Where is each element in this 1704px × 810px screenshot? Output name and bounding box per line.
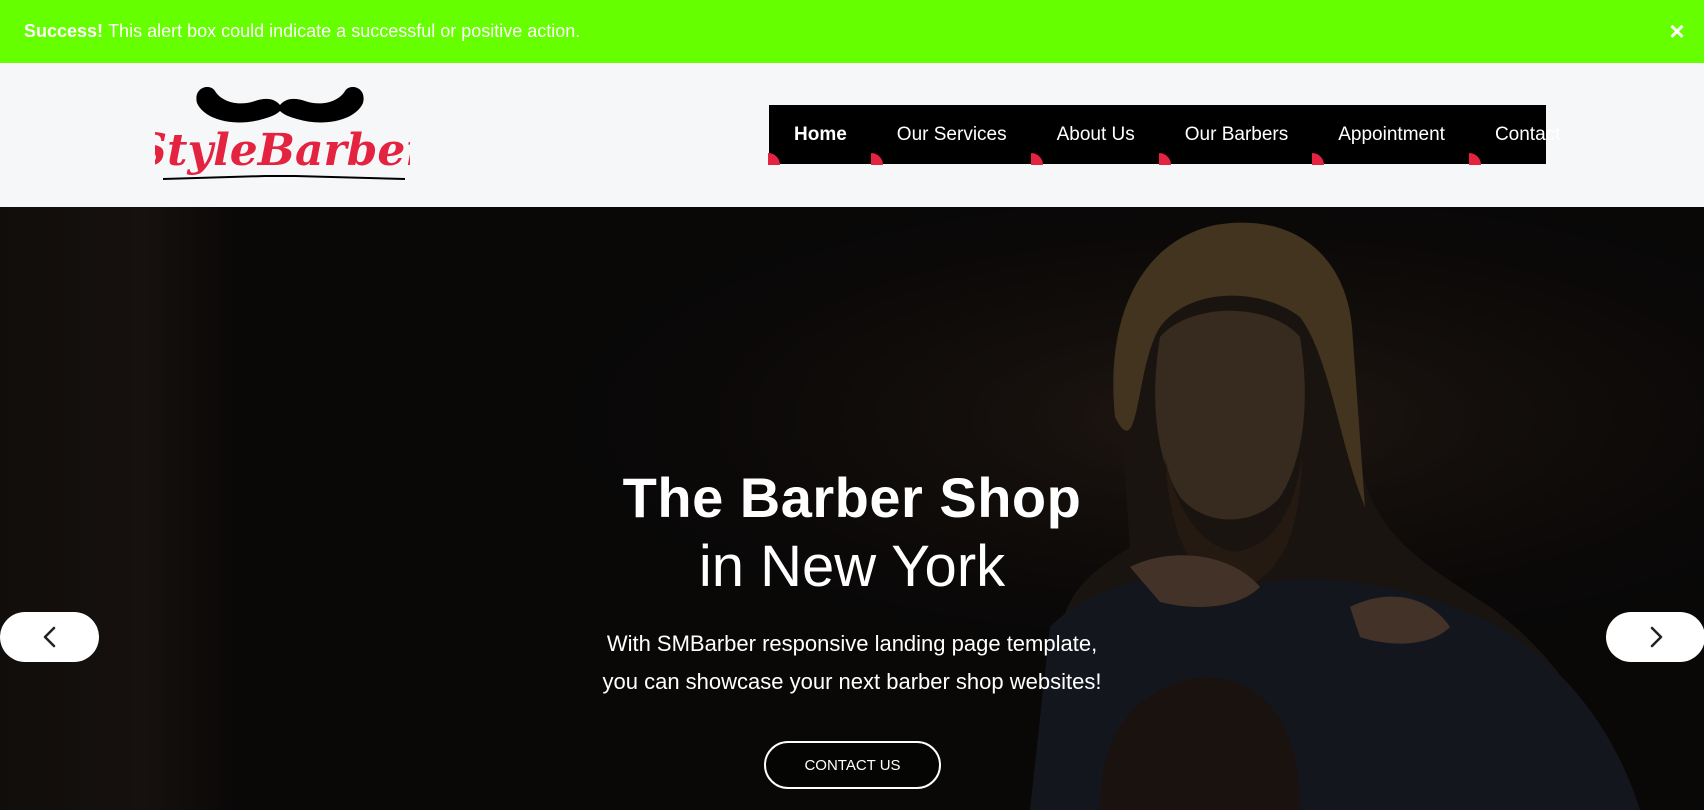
site-header: StyleBarber Home Our Services About Us O…: [0, 63, 1704, 207]
nav-accent-mark: [1030, 153, 1043, 165]
logo-text: StyleBarber: [155, 125, 410, 176]
nav-accent-mark: [768, 153, 780, 165]
nav-item-about-us[interactable]: About Us: [1030, 105, 1160, 165]
alert-title: Success!: [24, 21, 104, 41]
nav-accent-mark: [870, 153, 883, 165]
slider-prev-button[interactable]: [0, 612, 99, 662]
nav-item-label: Our Barbers: [1184, 123, 1289, 145]
nav-item-label: Our Services: [896, 123, 1007, 145]
hero-title: The Barber Shop: [622, 466, 1082, 529]
slider-next-button[interactable]: [1606, 612, 1704, 662]
nav-item-label: Appointment: [1338, 123, 1445, 145]
contact-us-button[interactable]: CONTACT US: [764, 741, 941, 789]
mustache-icon: StyleBarber: [155, 87, 410, 180]
chevron-left-icon: [43, 626, 55, 648]
nav-accent-mark: [1468, 153, 1481, 165]
nav-accent-mark: [1312, 153, 1325, 165]
alert-message: This alert box could indicate a successf…: [108, 21, 581, 41]
success-alert: Success! This alert box could indicate a…: [0, 0, 1704, 63]
nav-item-label: About Us: [1056, 123, 1135, 145]
nav-item-appointment[interactable]: Appointment: [1312, 105, 1470, 165]
logo[interactable]: StyleBarber: [155, 85, 410, 183]
hero-slider: The Barber Shop in New York With SMBarbe…: [0, 207, 1704, 810]
nav-item-label: Contact: [1494, 123, 1561, 145]
nav-item-our-barbers[interactable]: Our Barbers: [1158, 105, 1313, 165]
hero-description-line1: With SMBarber responsive landing page te…: [606, 631, 1098, 656]
nav-item-our-services[interactable]: Our Services: [870, 105, 1032, 165]
close-icon[interactable]: ×: [1664, 18, 1690, 44]
nav-accent-mark: [1158, 153, 1171, 165]
nav-item-home[interactable]: Home: [768, 105, 872, 165]
nav-item-contact[interactable]: Contact: [1468, 105, 1585, 165]
main-nav: Home Our Services About Us Our Barbers A…: [768, 105, 1560, 165]
hero-description-line2: you can showcase your next barber shop w…: [602, 669, 1102, 694]
hero-subtitle: in New York: [698, 534, 1006, 599]
nav-item-label: Home: [794, 123, 847, 145]
chevron-right-icon: [1650, 626, 1662, 648]
